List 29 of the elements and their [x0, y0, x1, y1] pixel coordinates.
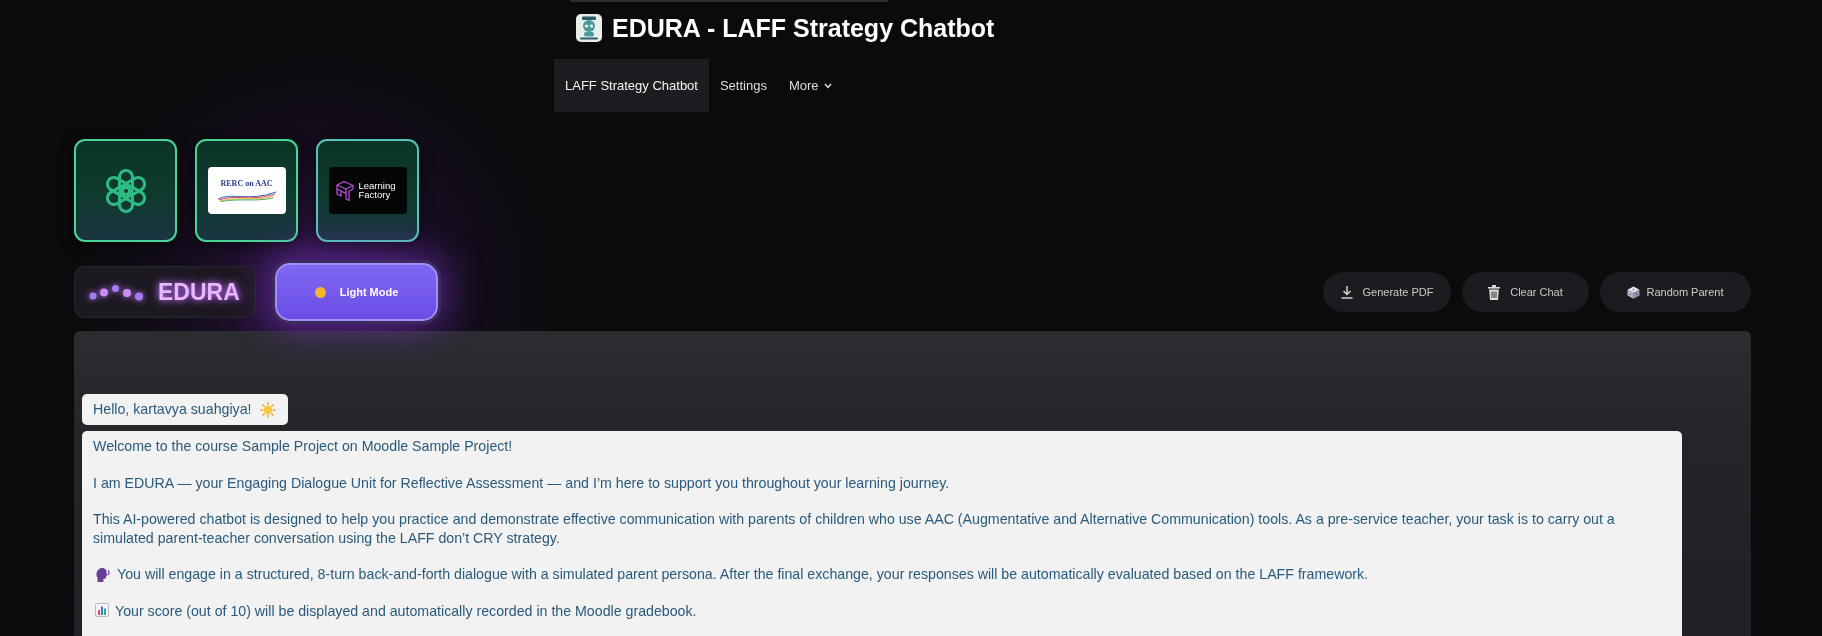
dot-icon — [314, 286, 326, 298]
download-icon — [1340, 285, 1353, 299]
nav-tab[interactable]: LAFF Strategy Chatbot — [554, 59, 709, 112]
chevron-down-icon — [823, 82, 832, 89]
speaking-head-icon — [95, 566, 111, 582]
trash-icon — [1488, 284, 1501, 300]
message-paragraph: Welcome to the course Sample Project on Moodle Sample Project! — [93, 437, 514, 456]
random-parent-button[interactable]: Random Parent — [1600, 272, 1751, 312]
message-paragraph: Your score (out of 10) will be displayed and automatically recorded in the Moodle gradebook. — [115, 601, 697, 620]
light-mode-button[interactable]: Light Mode — [275, 263, 438, 321]
dice-icon — [1627, 285, 1641, 299]
robot-logo-icon — [576, 14, 602, 42]
brand-name: EDURA — [158, 278, 240, 306]
nav-tab[interactable]: Settings — [708, 59, 778, 112]
logo-text: Learning Factory — [358, 182, 397, 199]
clear-chat-button[interactable]: Clear Chat — [1462, 272, 1589, 312]
wave-dots-icon — [89, 283, 144, 301]
page-title: EDURA - LAFF Strategy Chatbot — [612, 13, 995, 44]
wave-lines-icon — [216, 190, 277, 202]
sun-icon — [259, 401, 276, 418]
logo-text: RERC on AAC — [220, 179, 273, 188]
message-paragraph: This AI-powered chatbot is designed to help you practice and demonstrate effective communication with parents of children who use AAC (Augmentative and Alternative Communication) tools. As a pre-service teacher, your task is to carry out a simulated parent-teacher conversation using the LAFF don’t CRY strategy. — [93, 510, 1616, 547]
outline-blocks-icon — [334, 179, 355, 202]
message-paragraph: You will engage in a structured, 8-turn back-and-forth dialogue with a simulated parent persona. After the final exchange, your responses will be automatically evaluated based on the LAFF framework. — [117, 565, 1369, 584]
generate-pdf-button[interactable]: Generate PDF — [1323, 272, 1451, 312]
greeting-text: Hello, kartavya suahgiya! — [93, 400, 252, 419]
nav-tab[interactable]: More — [777, 59, 843, 112]
message-paragraph: I am EDURA — your Engaging Dialogue Unit for Reflective Assessment — and I’m here to support you throughout your learning journey. — [93, 473, 951, 492]
bar-chart-icon — [95, 602, 109, 617]
